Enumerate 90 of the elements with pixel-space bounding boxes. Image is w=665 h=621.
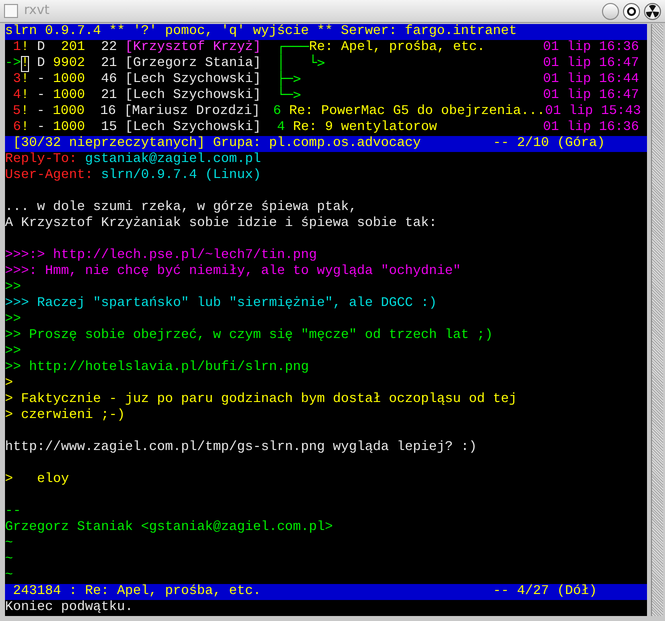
subject-text: Re: Apel, prośba, etc. (309, 40, 485, 55)
subject-text: Re: PowerMac G5 do obejrzenia... (289, 104, 546, 120)
date-text: 01 lip 16:36 (543, 120, 640, 136)
tilde-marker: ~ (5, 552, 13, 568)
thread-row[interactable]: ->! D 9902 21 [Grzegorz Stania] │ └> 01 lip 16:47 (5, 56, 647, 72)
article-line: >> Proszę sobie obejrzeć, w czym się "męcze" od trzech lat ;) (5, 328, 493, 344)
score-text: 1000 (53, 120, 85, 136)
article-line: >>>: Hmm, nie chcę być niemiły, ale to wygląda "ochydnie" (5, 264, 461, 280)
subject-text: Re: 9 wentylatorow (293, 120, 437, 136)
thread-row[interactable]: 1! D 201 22 [Krzysztof Krzyż] ┌───Re: Apel, prośba, etc. 01 lip 16:36 (5, 40, 647, 56)
window-title: rxvt (24, 2, 50, 20)
lines-count: 22 (100, 40, 117, 56)
flag-text: ! (20, 104, 29, 120)
status-text: 243184 : Re: Apel, prośba, etc. (12, 584, 262, 600)
author-name: [Lech Szychowski] (125, 120, 262, 136)
status-text: D (37, 40, 45, 56)
score-text: 9902 (53, 56, 85, 72)
tilde-marker: ~ (5, 536, 13, 552)
score-text: 1000 (53, 88, 85, 104)
row-marker: 5 (12, 104, 21, 120)
date-text: 01 lip 16:36 (543, 40, 640, 56)
author-name: [Krzysztof Krzyż] (125, 40, 262, 56)
lines-count: 21 (100, 56, 117, 72)
thread-row[interactable]: 5! - 1000 16 [Mariusz Drozdzi] 6 Re: PowerMac G5 do obejrzenia...01 lip 15:43 (5, 104, 647, 120)
row-marker: 6 (12, 120, 21, 136)
status-text: - (37, 88, 45, 104)
author-name: [Lech Szychowski] (125, 72, 262, 88)
article-line: > (5, 376, 13, 392)
status-text: - (37, 72, 45, 88)
position-text: -- 4/27 (Dół) (493, 584, 597, 600)
article-line: >> (5, 344, 21, 360)
status-text: slrn 0.9.7.4 ** '?' pomoc, 'q' wyjście ** Serwer: fargo.intranet (5, 24, 517, 39)
message-text: Koniec podwątku. (5, 600, 133, 615)
thread-row[interactable]: 6! - 1000 15 [Lech Szychowski] 4 Re: 9 wentylatorow 01 lip 16:36 (5, 120, 647, 136)
article-line: >> http://hotelslavia.pl/bufi/slrn.png (5, 360, 309, 376)
flag-text: ! (21, 88, 29, 104)
article-line: >> (5, 280, 21, 296)
date-text: 01 lip 15:43 (545, 104, 642, 120)
thread-tree: ├─> (277, 72, 302, 87)
reply-count: 4 (277, 120, 286, 136)
score-text: 1000 (52, 104, 85, 120)
status-text: D (37, 56, 45, 72)
article-line: A Krzysztof Krzyżaniak sobie idzie i śpiewa sobie tak: (5, 216, 437, 232)
reply-count: 6 (273, 104, 282, 120)
thread-tree: ┌─── (277, 40, 310, 55)
author-name: [Mariusz Drozdzi] (124, 104, 262, 120)
thread-row[interactable]: 4! - 1000 21 [Lech Szychowski] └─> 01 lip 16:47 (5, 88, 647, 104)
article-line: > czerwieni ;-) (5, 408, 125, 424)
score-text: 1000 (53, 72, 85, 88)
row-marker: 1 (12, 40, 21, 56)
header-name: User-Agent: (5, 168, 93, 184)
thread-tree: └─> (277, 88, 302, 104)
article-line: > Faktycznie - juz po paru godzinach bym dostał oczopląsu od tej (5, 392, 517, 408)
article-line: >>> Raczej "spartańsko" lub "siermiężnie", ale DGCC :) (5, 296, 437, 312)
thread-tree: │ └> (277, 56, 326, 71)
author-name: [Grzegorz Stania] (125, 56, 262, 72)
thread-row[interactable]: 3! - 1000 46 [Lech Szychowski] ├─> 01 lip 16:44 (5, 72, 647, 88)
position-text: -- 2/10 (Góra) (493, 136, 605, 152)
flag-text: ! (21, 72, 29, 88)
row-marker: 3 (12, 72, 21, 88)
status-text: [30/32 nieprzeczytanych] Grupa: pl.comp.os.advocacy (12, 136, 422, 152)
article-line: >> (5, 312, 21, 328)
date-text: 01 lip 16:47 (543, 56, 640, 72)
article-line: ... w dole szumi rzeka, w górze śpiewa ptak, (5, 200, 357, 216)
header-value: gstaniak@zagiel.com.pl (84, 152, 261, 168)
article-line: >>>:> http://lech.pse.pl/~lech7/tin.png (5, 248, 317, 264)
flag-text: ! (21, 40, 29, 56)
date-text: 01 lip 16:47 (543, 88, 640, 104)
article-line: -- (5, 504, 21, 520)
scrollbar[interactable] (651, 24, 663, 616)
row-marker: -> (5, 56, 21, 72)
window-menu-icon[interactable] (4, 4, 18, 18)
status-text: - (37, 120, 45, 136)
flag-text: ! (21, 56, 29, 72)
tilde-marker: ~ (5, 568, 13, 584)
header-name: Reply-To: (5, 152, 77, 168)
row-marker: 4 (12, 88, 21, 104)
lines-count: 15 (100, 120, 117, 136)
status-text: - (36, 104, 45, 120)
score-text: 201 (60, 40, 85, 56)
author-name: [Lech Szychowski] (125, 88, 262, 104)
flag-text: ! (21, 120, 29, 136)
date-text: 01 lip 16:44 (543, 72, 640, 88)
article-line: Grzegorz Staniak <gstaniak@zagiel.com.pl> (5, 520, 333, 536)
article-line: http://www.zagiel.com.pl/tmp/gs-slrn.png wygląda lepiej? :) (5, 440, 477, 456)
header-value: slrn/0.9.7.4 (Linux) (100, 168, 261, 184)
lines-count: 46 (100, 72, 117, 88)
lines-count: 16 (99, 104, 116, 120)
article-line: > eloy (5, 472, 69, 488)
lines-count: 21 (100, 88, 117, 104)
